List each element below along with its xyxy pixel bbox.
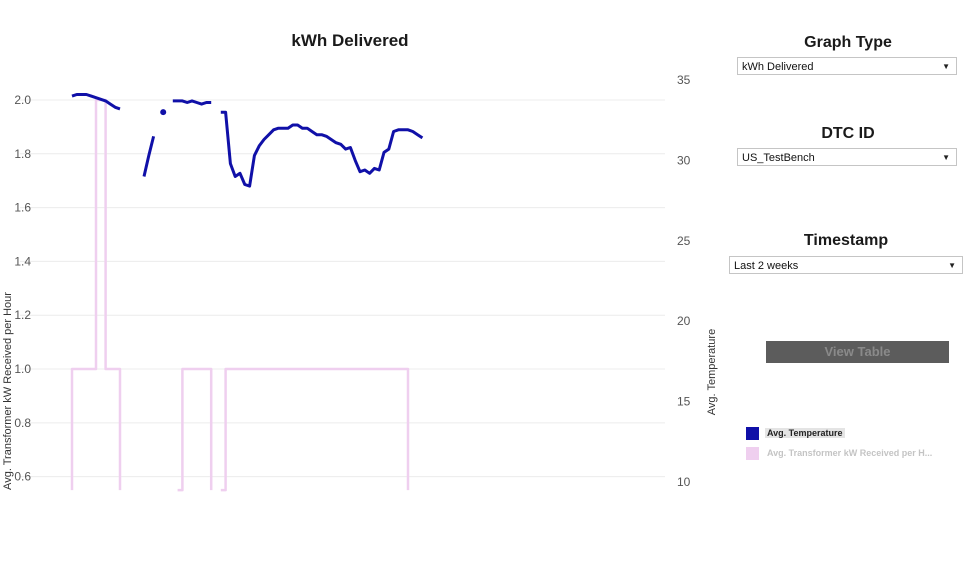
y-right-tick-label: 15 xyxy=(677,395,691,409)
y-left-tick-label: 1.4 xyxy=(14,254,31,268)
left-axis-ticks: 2.0 1.8 1.6 1.4 1.2 1.0 0.8 0.6 xyxy=(14,93,31,484)
timestamp-heading: Timestamp xyxy=(803,232,889,249)
gridlines xyxy=(20,99,665,478)
dtc-id-value: US_TestBench xyxy=(742,152,815,164)
graph-type-select[interactable]: kWh Delivered ▼ xyxy=(737,57,957,75)
series-line-transformer-kw xyxy=(70,98,122,491)
chevron-down-icon: ▼ xyxy=(942,62,950,71)
y-right-tick-label: 20 xyxy=(677,314,691,328)
series-line-temperature xyxy=(220,110,424,188)
series-line-temperature xyxy=(142,135,156,177)
y-right-tick-label: 35 xyxy=(677,73,691,87)
y-left-tick-label: 1.6 xyxy=(14,201,31,215)
y-left-tick-label: 1.2 xyxy=(14,308,31,322)
y-left-tick-label: 0.6 xyxy=(14,470,31,484)
y-left-tick-label: 0.8 xyxy=(14,416,31,430)
y-left-tick-label: 1.8 xyxy=(14,147,31,161)
chevron-down-icon: ▼ xyxy=(948,261,956,270)
series-point-temperature xyxy=(160,109,167,116)
y-axis-right-label: Avg. Temperature xyxy=(706,328,718,416)
y-right-tick-label: 10 xyxy=(677,475,691,489)
y-left-tick-label: 2.0 xyxy=(14,93,31,107)
series-line-temperature xyxy=(172,99,212,106)
series-line-transformer-kw xyxy=(220,367,410,492)
y-left-tick-label: 1.0 xyxy=(14,362,31,376)
right-axis-ticks: 35 30 25 20 15 10 xyxy=(677,73,691,489)
legend-swatch-transformer-kw xyxy=(746,447,759,460)
graph-type-heading: Graph Type xyxy=(804,34,892,51)
y-right-tick-label: 25 xyxy=(677,234,691,248)
timestamp-value: Last 2 weeks xyxy=(734,260,799,272)
dtc-id-heading: DTC ID xyxy=(821,125,875,142)
legend-swatch-temperature xyxy=(746,427,759,440)
chevron-down-icon: ▼ xyxy=(942,153,950,162)
chart-title: kWh Delivered xyxy=(291,31,409,50)
legend-label-transformer-kw: Avg. Transformer kW Received per H... xyxy=(767,448,933,458)
graph-type-value: kWh Delivered xyxy=(742,61,814,73)
y-axis-left-label: Avg. Transformer kW Received per Hour xyxy=(2,292,14,490)
y-right-tick-label: 30 xyxy=(677,153,691,167)
dtc-id-select[interactable]: US_TestBench ▼ xyxy=(737,148,957,166)
timestamp-select[interactable]: Last 2 weeks ▼ xyxy=(729,256,963,274)
legend-label-temperature: Avg. Temperature xyxy=(765,428,845,438)
view-table-button[interactable]: View Table xyxy=(766,341,949,363)
series-line-transformer-kw xyxy=(177,367,213,492)
